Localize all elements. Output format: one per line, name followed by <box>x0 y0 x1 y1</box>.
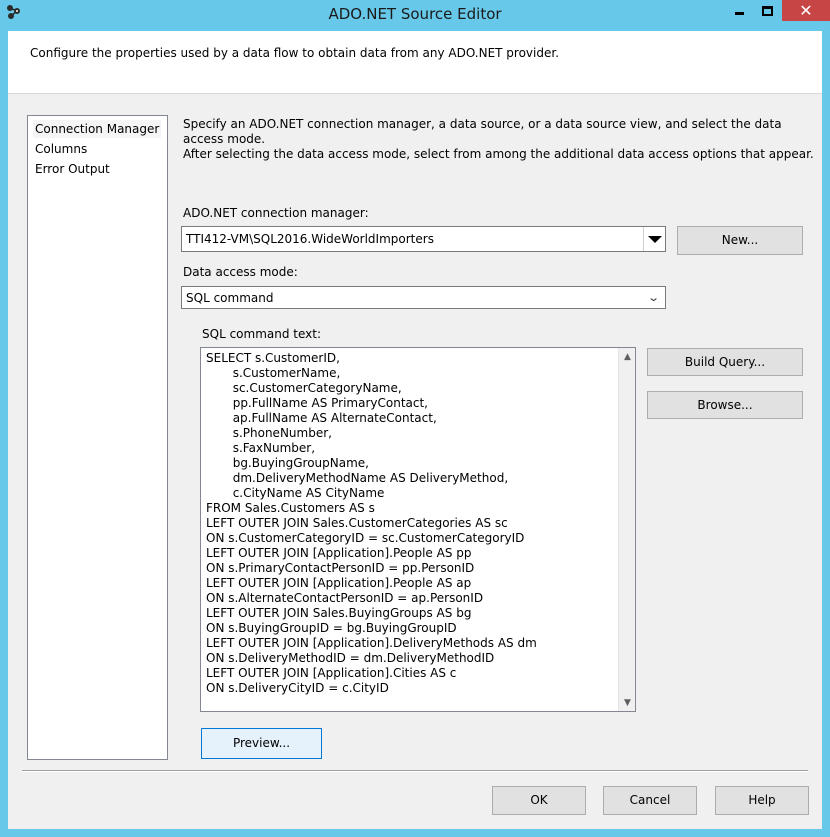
data-access-mode-label: Data access mode: <box>183 265 298 279</box>
connection-manager-dropdown-arrow[interactable] <box>643 227 665 251</box>
maximize-button[interactable] <box>753 0 781 21</box>
triangle-down-icon <box>647 235 662 243</box>
ok-button[interactable]: OK <box>492 786 586 815</box>
data-access-mode-dropdown-arrow[interactable]: ⌄ <box>643 287 665 308</box>
page-navigation-list: Connection Manager Columns Error Output <box>27 115 168 760</box>
nav-item-connection-manager[interactable]: Connection Manager <box>33 120 162 138</box>
instructions-text: Specify an ADO.NET connection manager, a… <box>183 117 822 162</box>
new-connection-button[interactable]: New... <box>677 226 803 255</box>
preview-button[interactable]: Preview... <box>201 728 322 759</box>
header-description: Configure the properties used by a data … <box>30 46 560 60</box>
nav-item-columns[interactable]: Columns <box>33 140 89 158</box>
dialog-header: Configure the properties used by a data … <box>8 31 822 94</box>
browse-button[interactable]: Browse... <box>647 391 803 419</box>
connection-manager-label: ADO.NET connection manager: <box>183 206 369 220</box>
connection-manager-value: TTI412-VM\SQL2016.WideWorldImporters <box>186 232 434 246</box>
sql-command-label: SQL command text: <box>202 327 321 341</box>
sql-command-textarea[interactable]: SELECT s.CustomerID, s.CustomerName, sc.… <box>200 347 636 712</box>
scroll-up-arrow-icon[interactable]: ▲ <box>619 348 636 365</box>
connection-manager-dropdown[interactable]: TTI412-VM\SQL2016.WideWorldImporters <box>181 226 666 252</box>
instructions-line-2: After selecting the data access mode, se… <box>183 147 814 161</box>
build-query-button[interactable]: Build Query... <box>647 348 803 376</box>
sql-command-text: SELECT s.CustomerID, s.CustomerName, sc.… <box>206 351 537 695</box>
cancel-button[interactable]: Cancel <box>603 786 697 815</box>
scroll-down-arrow-icon[interactable]: ▼ <box>619 694 636 711</box>
help-button[interactable]: Help <box>715 786 809 815</box>
instructions-line-1: Specify an ADO.NET connection manager, a… <box>183 117 782 146</box>
sql-vertical-scrollbar[interactable]: ▲ ▼ <box>618 348 635 711</box>
chevron-down-icon: ⌄ <box>647 291 661 304</box>
data-access-mode-dropdown[interactable]: SQL command ⌄ <box>181 286 666 309</box>
maximize-icon <box>761 5 773 16</box>
close-icon: ✕ <box>799 0 813 20</box>
minimize-button[interactable] <box>725 0 753 21</box>
dialog-window: ADO.NET Source Editor ✕ Configure the pr… <box>0 0 830 837</box>
data-access-mode-value: SQL command <box>186 291 274 305</box>
window-title: ADO.NET Source Editor <box>328 5 502 23</box>
footer-separator <box>22 770 808 772</box>
minimize-icon <box>734 12 744 15</box>
title-bar[interactable]: ADO.NET Source Editor ✕ <box>0 0 830 27</box>
close-button[interactable]: ✕ <box>782 0 830 21</box>
dialog-client-area: Configure the properties used by a data … <box>8 31 822 829</box>
nav-item-error-output[interactable]: Error Output <box>33 160 112 178</box>
